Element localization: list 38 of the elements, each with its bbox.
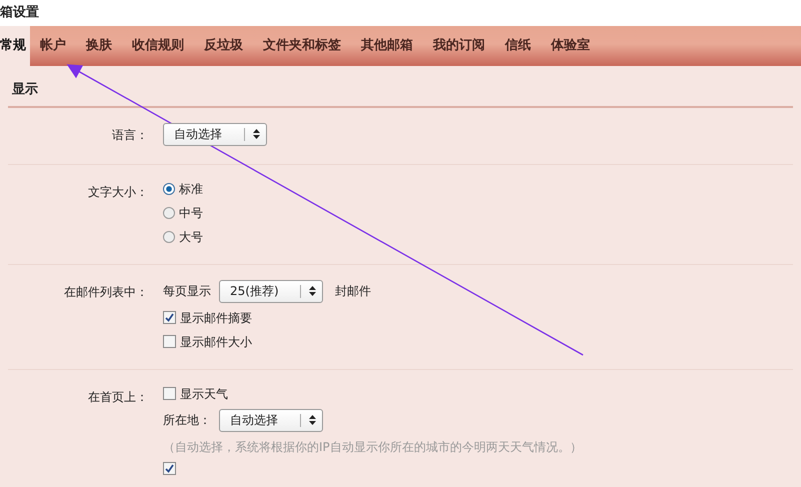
radio-button[interactable] [163,182,175,194]
field-label: 每页显示 [163,283,211,300]
window-title: 箱设置 [0,0,801,26]
checkbox-label: 显示邮件大小 [180,334,252,350]
tab[interactable]: 换肤 [76,26,122,66]
field-label: 在首页上： [87,388,148,406]
field-label: 在邮件列表中： [63,284,148,300]
tab[interactable]: 我的订阅 [423,26,495,66]
tab[interactable]: 帐户 [30,26,76,66]
field-label: 所在地： [163,412,211,429]
tab[interactable]: 其他邮箱 [351,26,423,66]
checkbox-label: 显示天气 [180,386,228,402]
hint-text: （自动选择，系统将根据你的IP自动显示你所在的城市的今明两天天气情况。） [163,438,582,456]
tab[interactable]: 信纸 [495,26,541,66]
field-label: 文字大小： [87,184,148,200]
checkbox[interactable] [163,387,176,400]
spinner-arrows-icon [253,129,260,139]
tab[interactable]: 收信规则 [122,26,194,66]
spinner-arrows-icon [309,286,316,296]
radio-button[interactable] [163,230,175,242]
tab[interactable]: 体验室 [541,26,600,66]
radio-label: 大号 [179,228,203,246]
checkbox[interactable] [163,462,176,474]
dropdown[interactable]: 自动选择 [219,408,323,432]
field-label: 封邮件 [335,283,371,300]
radio-label: 标准 [179,180,203,198]
tab[interactable]: 常规 [0,26,30,66]
checkbox[interactable] [163,311,176,324]
dropdown[interactable]: 自动选择 [163,122,267,146]
radio-button[interactable] [163,206,175,218]
radio-label: 中号 [179,204,203,222]
field-label: 语言： [111,126,148,144]
checkbox-label: 显示邮件摘要 [180,310,252,326]
tab[interactable]: 文件夹和标签 [253,26,351,66]
checkbox[interactable] [163,335,176,348]
dropdown[interactable]: 25(推荐) [219,280,323,302]
spinner-arrows-icon [309,415,316,425]
tab[interactable]: 反垃圾 [194,26,253,66]
